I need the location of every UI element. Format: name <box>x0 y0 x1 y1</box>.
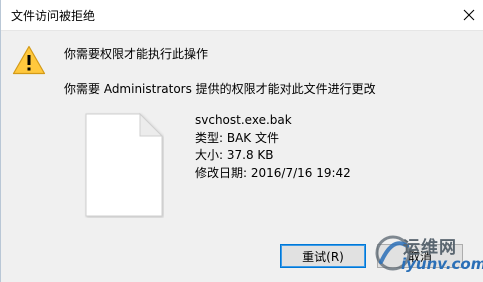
close-icon <box>463 9 475 21</box>
file-modified-date: 修改日期: 2016/7/16 19:42 <box>195 165 351 180</box>
file-access-denied-dialog: 文件访问被拒绝 你需要权限才能执行此操作 你需要 Administrators … <box>0 0 483 282</box>
file-size: 大小: 37.8 KB <box>195 148 274 162</box>
file-details: svchost.exe.bak 类型: BAK 文件 大小: 37.8 KB 修… <box>195 112 351 182</box>
warning-icon <box>12 45 46 75</box>
main-instruction: 你需要权限才能执行此操作 <box>64 47 209 61</box>
title-bar[interactable]: 文件访问被拒绝 <box>1 0 483 31</box>
cancel-button[interactable]: 取消 <box>377 244 463 268</box>
close-button[interactable] <box>454 0 483 30</box>
file-type: 类型: BAK 文件 <box>195 130 279 145</box>
permission-detail: 你需要 Administrators 提供的权限才能对此文件进行更改 <box>64 82 376 96</box>
file-name: svchost.exe.bak <box>195 113 292 127</box>
file-icon <box>85 112 164 217</box>
retry-button[interactable]: 重试(R) <box>280 244 366 268</box>
window-title: 文件访问被拒绝 <box>11 9 96 23</box>
